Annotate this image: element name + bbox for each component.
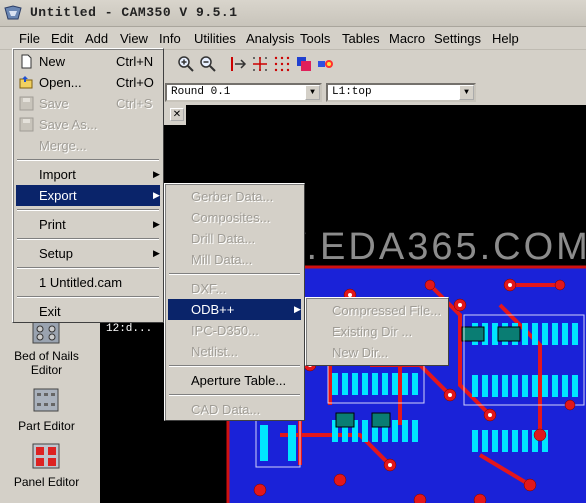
menu-item-setup[interactable]: Setup ▶: [16, 243, 160, 264]
menu-item-merge[interactable]: Merge...: [16, 135, 160, 156]
menu-item-composites[interactable]: Composites...: [168, 207, 301, 228]
submenu-arrow-icon: ▶: [153, 169, 160, 179]
menu-item-import[interactable]: Import ▶: [16, 164, 160, 185]
submenu-arrow-icon: ▶: [153, 248, 160, 258]
panel-editor-icon[interactable]: [31, 441, 61, 471]
menu-analysis[interactable]: Analysis: [245, 31, 295, 46]
submenu-arrow-icon: ▶: [294, 304, 301, 314]
viewport-label: 12:d...: [106, 323, 153, 335]
export-submenu: Gerber Data... Composites... Drill Data.…: [164, 183, 305, 421]
new-file-icon: [21, 54, 32, 69]
menu-item-save-as[interactable]: Save As...: [16, 114, 160, 135]
menu-item-compressed-file[interactable]: Compressed File...: [309, 300, 445, 321]
menu-item-print[interactable]: Print ▶: [16, 214, 160, 235]
menu-item-dxf[interactable]: DXF...: [168, 278, 301, 299]
layer-colors-icon[interactable]: [294, 54, 314, 74]
menu-separator: [17, 296, 159, 298]
highlight-icon[interactable]: [316, 54, 336, 74]
chevron-down-icon[interactable]: ▼: [459, 85, 474, 100]
menu-item-exit[interactable]: Exit: [16, 301, 160, 322]
menu-settings[interactable]: Settings: [433, 31, 482, 46]
panel-editor-label[interactable]: Panel Editor: [0, 475, 93, 489]
menu-item-drill-data[interactable]: Drill Data...: [168, 228, 301, 249]
menu-item-recent-file[interactable]: 1 Untitled.cam: [16, 272, 160, 293]
close-icon[interactable]: ✕: [170, 108, 184, 121]
menu-separator: [17, 238, 159, 240]
menu-item-new-dir[interactable]: New Dir...: [309, 342, 445, 363]
layer-combo[interactable]: L1:top ▼: [326, 83, 476, 102]
menu-item-open[interactable]: Open... Ctrl+O: [16, 72, 160, 93]
chevron-down-icon[interactable]: ▼: [305, 85, 320, 100]
menu-utilities[interactable]: Utilities: [193, 31, 237, 46]
grid-icon[interactable]: [250, 54, 270, 74]
menu-item-export[interactable]: Export ▶: [16, 185, 160, 206]
app-icon: [4, 5, 22, 20]
menu-file[interactable]: File: [18, 31, 41, 46]
zoom-out-icon[interactable]: [198, 54, 218, 74]
part-editor-label[interactable]: Part Editor: [0, 419, 93, 433]
menu-separator: [17, 209, 159, 211]
menu-separator: [17, 267, 159, 269]
menu-macro[interactable]: Macro: [388, 31, 426, 46]
open-folder-icon: [19, 76, 33, 89]
menu-separator: [169, 365, 300, 367]
menu-info[interactable]: Info: [158, 31, 182, 46]
title-bar: Untitled - CAM350 V 9.5.1: [0, 0, 586, 27]
snap-icon[interactable]: [228, 54, 248, 74]
aperture-combo[interactable]: Round 0.1 ▼: [165, 83, 322, 102]
submenu-arrow-icon: ▶: [153, 190, 160, 200]
toolbar: [160, 51, 586, 79]
aperture-combo-value: Round 0.1: [171, 86, 231, 98]
menu-view[interactable]: View: [119, 31, 149, 46]
menu-edit[interactable]: Edit: [50, 31, 74, 46]
menu-bar: File Edit Add View Info Utilities Analys…: [0, 28, 586, 50]
bed-of-nails-editor-label[interactable]: Bed of Nails Editor: [0, 349, 93, 377]
menu-item-save[interactable]: Save Ctrl+S: [16, 93, 160, 114]
menu-item-gerber-data[interactable]: Gerber Data...: [168, 186, 301, 207]
file-menu: New Ctrl+N Open... Ctrl+O Save Ctrl+S Sa…: [12, 48, 164, 323]
odb-submenu: Compressed File... Existing Dir ... New …: [305, 297, 449, 366]
menu-tables[interactable]: Tables: [341, 31, 381, 46]
part-editor-icon[interactable]: [31, 385, 61, 415]
menu-item-mill-data[interactable]: Mill Data...: [168, 249, 301, 270]
menu-item-aperture-table[interactable]: Aperture Table...: [168, 370, 301, 391]
dot-grid-icon[interactable]: [272, 54, 292, 74]
menu-item-odb[interactable]: ODB++ ▶: [168, 299, 301, 320]
save-as-icon: [19, 117, 34, 132]
menu-item-existing-dir[interactable]: Existing Dir ...: [309, 321, 445, 342]
save-icon: [19, 96, 34, 111]
window-title: Untitled - CAM350 V 9.5.1: [30, 5, 238, 20]
menu-item-ipc-d350[interactable]: IPC-D350...: [168, 320, 301, 341]
menu-tools[interactable]: Tools: [299, 31, 331, 46]
menu-help[interactable]: Help: [491, 31, 520, 46]
menu-separator: [169, 394, 300, 396]
submenu-arrow-icon: ▶: [153, 219, 160, 229]
zoom-in-icon[interactable]: [176, 54, 196, 74]
menu-item-new[interactable]: New Ctrl+N: [16, 51, 160, 72]
menu-separator: [169, 273, 300, 275]
menu-separator: [17, 159, 159, 161]
layer-combo-value: L1:top: [332, 86, 372, 98]
menu-item-netlist[interactable]: Netlist...: [168, 341, 301, 362]
menu-item-cad-data[interactable]: CAD Data...: [168, 399, 301, 420]
menu-add[interactable]: Add: [84, 31, 109, 46]
